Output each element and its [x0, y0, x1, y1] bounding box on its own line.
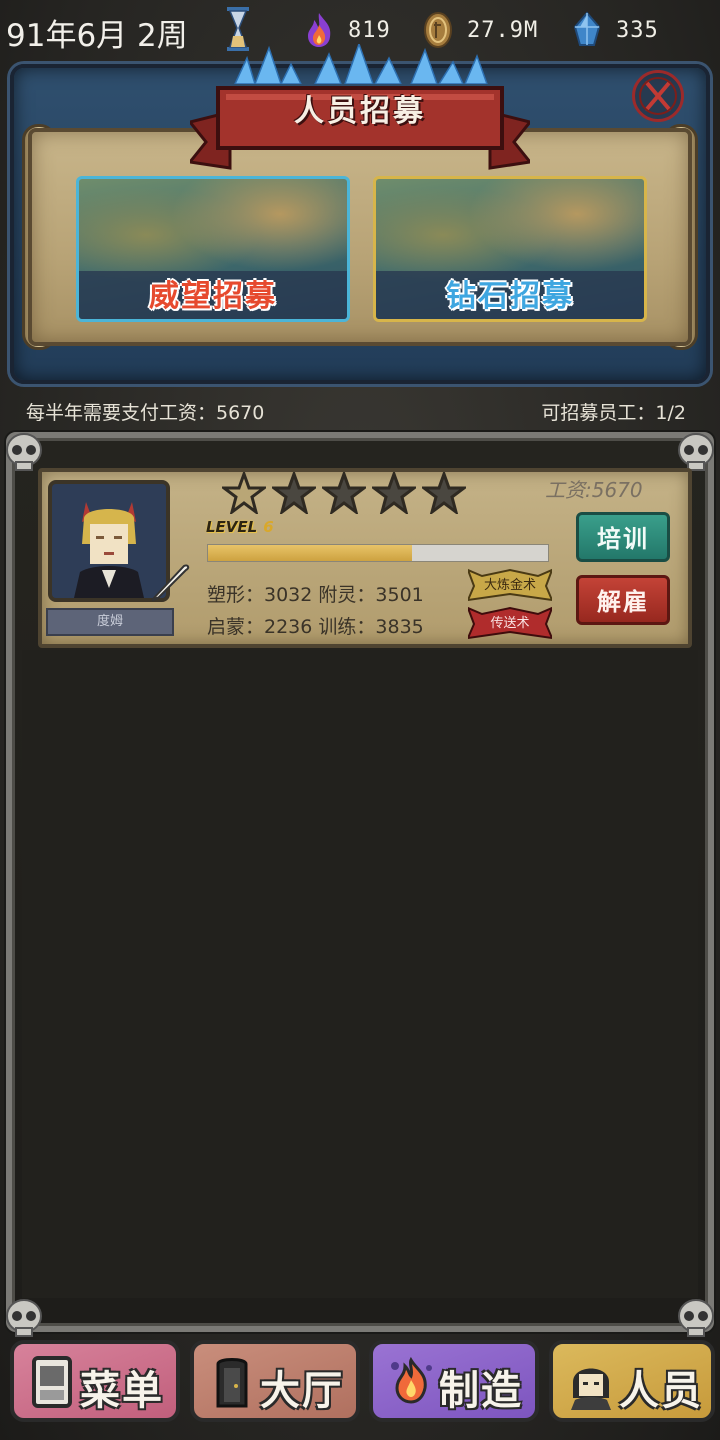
staff-level: LEVEL 6	[206, 518, 274, 536]
crystal-decoration	[234, 44, 488, 84]
staff-stats-line-2: 启蒙：2236 训练：3835	[207, 616, 424, 638]
star-empty-icon	[372, 472, 416, 514]
diamond-recruit-button[interactable]: 钻石招募	[373, 176, 647, 322]
star-empty-icon	[322, 472, 366, 514]
level-progress-bar	[207, 544, 549, 562]
recruit-capacity: 可招募员工：1/2	[541, 402, 686, 424]
diamond-recruit-label: 钻石招募	[446, 279, 574, 314]
staff-name: 度姆	[46, 608, 174, 636]
nav-staff-label: 人员	[619, 1368, 703, 1414]
close-icon	[639, 77, 677, 115]
skill-1-label: 大炼金术	[483, 578, 536, 593]
game-date: 91年6月 2周	[6, 18, 188, 54]
fire-button[interactable]: 解雇	[576, 575, 670, 625]
gem-resource: 335	[570, 10, 659, 50]
recruit-title: 人员招募	[294, 94, 426, 129]
nav-hall-label: 大厅	[260, 1368, 344, 1414]
nav-craft-label: 制造	[439, 1368, 523, 1414]
skull-ornament-icon	[678, 1299, 714, 1337]
craft-fire-icon	[391, 1356, 432, 1404]
star-empty-icon	[272, 472, 316, 514]
prestige-recruit-button[interactable]: 威望招募	[76, 176, 350, 322]
staff-list-empty-area	[22, 650, 698, 1298]
train-button[interactable]: 培训	[576, 512, 670, 562]
level-number: 6	[263, 518, 274, 536]
flame-value: 819	[348, 17, 391, 43]
phone-icon	[32, 1356, 72, 1408]
skill-badge-teleport[interactable]: 传送术	[468, 604, 552, 640]
staff-stats-line-1: 塑形：3032 附灵：3501	[207, 584, 424, 606]
close-button[interactable]	[632, 70, 684, 122]
game-screen: 91年6月 2周 819 27.9M 335 人员招募 威望招募 钻石招募 每半…	[0, 0, 720, 1440]
nav-staff-button[interactable]: 人员	[549, 1340, 715, 1422]
skill-2-label: 传送术	[490, 616, 530, 631]
door-icon	[216, 1358, 248, 1408]
level-word: LEVEL	[206, 518, 258, 536]
staff-wage: 工资:5670	[545, 478, 643, 502]
skill-badge-alchemy[interactable]: 大炼金术	[468, 566, 552, 602]
prestige-recruit-label: 威望招募	[149, 279, 277, 314]
level-progress-fill	[208, 545, 412, 561]
nav-menu-label: 菜单	[80, 1368, 164, 1414]
skull-ornament-icon	[6, 1299, 42, 1337]
wage-summary: 每半年需要支付工资：5670	[26, 402, 265, 424]
star-empty-icon	[422, 472, 466, 514]
edit-name-quill-icon[interactable]	[148, 560, 192, 604]
nav-menu-button[interactable]: 菜单	[10, 1340, 180, 1422]
person-icon	[571, 1368, 611, 1410]
star-filled-icon	[222, 472, 266, 514]
gem-value: 335	[616, 17, 659, 43]
gem-icon	[573, 11, 601, 46]
coin-value: 27.9M	[467, 17, 539, 43]
staff-rating	[222, 472, 472, 516]
nav-hall-button[interactable]: 大厅	[190, 1340, 360, 1422]
nav-craft-button[interactable]: 制造	[369, 1340, 539, 1422]
